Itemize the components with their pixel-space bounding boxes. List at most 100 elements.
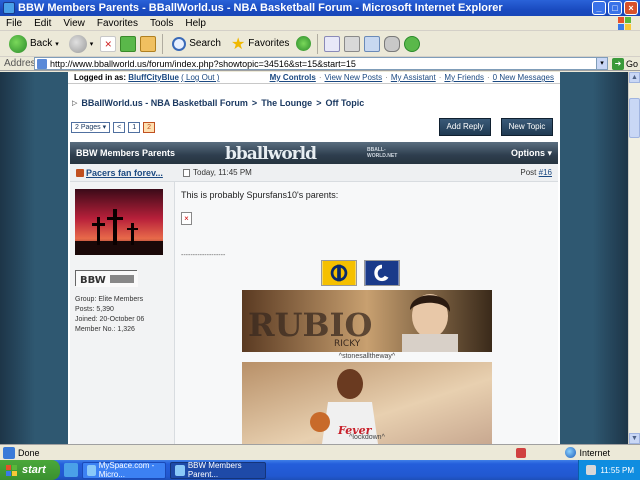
address-bar: Address http://www.bballworld.us/forum/i… [0,57,640,71]
address-label: Address [4,58,41,69]
refresh-icon[interactable] [120,35,137,52]
prev-page-link[interactable]: < [113,122,126,133]
poster-name[interactable]: Pacers fan forev... [70,168,175,178]
forum-page: Logged in as: BluffCityBlue ( Log Out ) … [68,72,560,444]
view-new-posts-link[interactable]: View New Posts [325,73,383,82]
options-menu[interactable]: Options ▾ [511,148,552,159]
address-url: http://www.bballworld.us/forum/index.php… [50,58,356,69]
username-link[interactable]: BluffCityBlue [128,73,179,82]
messenger-icon[interactable] [404,35,421,52]
star-icon: ★ [230,35,246,53]
ie-icon [3,2,15,14]
toolbar-separator [317,33,319,54]
minimize-button[interactable]: _ [592,1,606,15]
edit-icon[interactable] [364,35,381,52]
back-label: Back [30,38,53,49]
logout-link[interactable]: ( Log Out ) [181,73,219,82]
new-messages-link[interactable]: 0 New Messages [493,73,554,82]
taskbar-bbw-members[interactable]: BBW Members Parent... [170,461,266,479]
page-jump-dropdown[interactable]: 2 Pages ▾ [71,122,111,133]
favorites-button[interactable]: ★ Favorites [228,33,292,55]
new-topic-button[interactable]: New Topic [501,118,553,136]
taskbar: start MySpace.com - Micro... BBW Members… [0,460,640,480]
search-button[interactable]: Search [169,33,224,55]
banner-caption-2: ^lockdown^ [349,434,385,441]
add-reply-button[interactable]: Add Reply [439,118,491,136]
system-tray: 11:55 PM [578,460,640,480]
my-assistant-link[interactable]: My Assistant [391,73,436,82]
back-button[interactable]: Back ▾ [6,33,62,55]
address-input[interactable]: http://www.bballworld.us/forum/index.php… [34,57,608,70]
breadcrumb-forum[interactable]: BBallWorld.us - NBA Basketball Forum [81,98,248,108]
address-dropdown-icon[interactable]: ▾ [596,58,607,69]
my-controls-link[interactable]: My Controls [270,73,316,82]
favorites-label: Favorites [248,38,290,49]
maximize-button[interactable]: □ [608,1,622,15]
ie-icon [87,464,96,476]
pagination: 2 Pages ▾ < 1 2 [71,122,156,133]
topic-header: BBW Members Parents bballworld BBALL-WOR… [70,142,558,164]
logo-text: bballworld [225,144,317,164]
logo-small-text: BBALL-WORLD.NET [367,147,398,159]
start-button[interactable]: start [0,460,60,480]
colts-logo-icon [364,260,400,286]
print-icon[interactable] [344,35,361,52]
search-label: Search [189,38,221,49]
close-button[interactable]: × [624,1,638,15]
page-1-link[interactable]: 1 [128,122,141,133]
menu-view[interactable]: View [63,18,85,29]
window-title: BBW Members Parents - BBallWorld.us - NB… [18,2,503,14]
avatar[interactable] [75,189,163,255]
menu-edit[interactable]: Edit [34,18,51,29]
volume-icon[interactable] [586,465,597,475]
page-icon [37,58,47,69]
scroll-up-icon[interactable]: ▲ [629,72,640,83]
history-icon[interactable] [296,36,312,51]
go-button[interactable]: ➜ Go [612,57,638,70]
signature-divider: ------------------- [181,252,226,259]
popup-blocker-icon[interactable] [516,447,526,458]
my-friends-link[interactable]: My Friends [444,73,484,82]
menu-bar: File Edit View Favorites Tools Help [0,16,640,31]
banner-ricky-text: RICKY [334,339,361,349]
window-controls: _ □ × [592,1,638,15]
menu-help[interactable]: Help [185,18,206,29]
toolbar: Back ▾ ▾ × Search ★ Favorites [0,31,640,57]
page-done-icon [3,446,15,459]
breadcrumb-lounge[interactable]: The Lounge [261,98,312,108]
mail-icon[interactable] [324,35,341,52]
post-number-link[interactable]: #16 [539,168,552,177]
banner-caption-1: ^stonesalltheway^ [338,353,396,360]
member-group: Group: Elite Members [75,296,144,303]
menu-favorites[interactable]: Favorites [97,18,138,29]
menu-file[interactable]: File [6,18,22,29]
logged-in-label: Logged in as: [74,73,126,82]
user-bar: Logged in as: BluffCityBlue ( Log Out ) … [68,72,560,84]
discuss-icon[interactable] [384,35,401,52]
scroll-down-icon[interactable]: ▼ [629,433,640,444]
bballworld-logo: bballworld BBALL-WORLD.NET [225,142,415,164]
broken-image-icon[interactable]: × [181,212,192,225]
scroll-thumb[interactable] [629,98,640,138]
forward-button[interactable]: ▾ [66,33,97,55]
poster-sidebar: BBW Group: Elite Members Posts: 5,390 Jo… [70,182,175,444]
rubio-banner: RUBIO RICKY [242,290,492,352]
vertical-scrollbar[interactable]: ▲ ▼ [628,72,640,444]
breadcrumb-off-topic[interactable]: Off Topic [325,98,364,108]
post-number: Post #16 [520,168,552,177]
quicklaunch-ie-icon[interactable] [64,463,78,477]
go-arrow-icon: ➜ [612,57,624,70]
back-arrow-icon [9,34,27,53]
status-text: Done [18,447,40,458]
member-joined: Joined: 20-October 06 [75,316,145,323]
member-badge: BBW [75,270,138,287]
user-links: My Controls · View New Posts · My Assist… [269,73,554,82]
menu-tools[interactable]: Tools [150,18,173,29]
browser-viewport: Logged in as: BluffCityBlue ( Log Out ) … [0,72,628,444]
taskbar-myspace[interactable]: MySpace.com - Micro... [82,461,166,479]
stop-icon[interactable]: × [100,35,117,52]
clock: 11:55 PM [600,465,634,475]
home-icon[interactable] [140,35,157,52]
ie-icon [175,464,185,476]
post-text: This is probably Spursfans10's parents: [181,190,339,200]
